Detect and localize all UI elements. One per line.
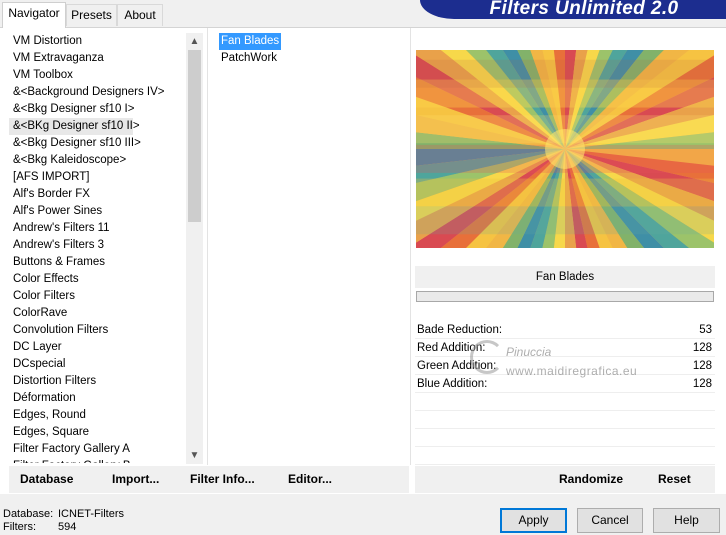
- param-label: Green Addition:: [417, 360, 497, 372]
- param-row-empty: [415, 447, 715, 465]
- category-item[interactable]: Alf's Power Sines: [9, 203, 185, 220]
- category-item[interactable]: ColorRave: [9, 305, 185, 322]
- filter-info-button[interactable]: Filter Info...: [190, 466, 255, 493]
- category-item[interactable]: VM Extravaganza: [9, 50, 185, 67]
- category-item[interactable]: VM Distortion: [9, 33, 185, 50]
- param-value: 128: [692, 342, 712, 354]
- cancel-button[interactable]: Cancel: [577, 508, 643, 533]
- database-value: ICNET-Filters: [58, 508, 124, 520]
- category-item[interactable]: [AFS IMPORT]: [9, 169, 185, 186]
- param-label: Red Addition:: [417, 342, 486, 354]
- category-item[interactable]: Buttons & Frames: [9, 254, 185, 271]
- category-scrollbar[interactable]: ▲ ▼: [186, 33, 203, 464]
- fan-blades-preview: [416, 50, 714, 248]
- param-value: 128: [692, 360, 712, 372]
- param-label: Bade Reduction:: [417, 324, 503, 336]
- filters-label: Filters:: [3, 521, 36, 533]
- category-item[interactable]: Color Filters: [9, 288, 185, 305]
- reset-button[interactable]: Reset: [658, 466, 691, 493]
- preview-image: [416, 50, 714, 248]
- column-divider: [207, 28, 208, 465]
- param-label: Blue Addition:: [417, 378, 488, 390]
- param-row[interactable]: Blue Addition: 128: [415, 375, 715, 393]
- scroll-up-icon[interactable]: ▲: [186, 33, 203, 50]
- category-item[interactable]: Alf's Border FX: [9, 186, 185, 203]
- category-item[interactable]: Déformation: [9, 390, 185, 407]
- category-item[interactable]: Distortion Filters: [9, 373, 185, 390]
- category-item[interactable]: Andrew's Filters 3: [9, 237, 185, 254]
- category-item[interactable]: Convolution Filters: [9, 322, 185, 339]
- category-item[interactable]: Filter Factory Gallery A: [9, 441, 185, 458]
- filter-item[interactable]: PatchWork: [219, 50, 279, 67]
- color-band: [416, 206, 714, 235]
- param-row-empty: [415, 393, 715, 411]
- help-button[interactable]: Help: [653, 508, 720, 533]
- filter-list[interactable]: Fan Blades PatchWork: [219, 33, 379, 67]
- filters-count: 594: [58, 521, 77, 533]
- scroll-thumb[interactable]: [188, 50, 201, 222]
- category-list[interactable]: VM Distortion VM Extravaganza VM Toolbox &<…: [9, 33, 185, 463]
- database-button[interactable]: Database: [20, 466, 73, 493]
- parameter-list: Bade Reduction: 53 Red Addition: 128 Gre…: [415, 321, 715, 465]
- title-banner: Filters Unlimited 2.0: [420, 0, 726, 19]
- column-divider: [410, 28, 411, 465]
- param-row[interactable]: Green Addition: 128: [415, 357, 715, 375]
- app-title: Filters Unlimited 2.0: [489, 0, 679, 19]
- tab-presets[interactable]: Presets: [66, 4, 117, 26]
- category-item[interactable]: DC Layer: [9, 339, 185, 356]
- apply-button[interactable]: Apply: [500, 508, 567, 533]
- category-item[interactable]: &<Bkg Designer sf10 I>: [9, 101, 185, 118]
- param-row-empty: [415, 429, 715, 447]
- tab-about[interactable]: About: [117, 4, 163, 26]
- category-item[interactable]: DCspecial: [9, 356, 185, 373]
- category-item[interactable]: Color Effects: [9, 271, 185, 288]
- category-item[interactable]: Edges, Round: [9, 407, 185, 424]
- category-item[interactable]: &<Bkg Designer sf10 III>: [9, 135, 185, 152]
- randomize-button[interactable]: Randomize: [559, 466, 623, 493]
- filter-item[interactable]: Fan Blades: [219, 33, 282, 50]
- list-action-bar: Database Import... Filter Info... Editor…: [9, 466, 409, 493]
- category-item[interactable]: Edges, Square: [9, 424, 185, 441]
- param-value: 128: [692, 378, 712, 390]
- category-item[interactable]: &<BKg Designer sf10 II>: [9, 118, 140, 135]
- progress-bar: [416, 291, 714, 302]
- category-item[interactable]: &<Bkg Kaleidoscope>: [9, 152, 185, 169]
- param-row[interactable]: Red Addition: 128: [415, 339, 715, 357]
- category-item[interactable]: &<Background Designers IV>: [9, 84, 185, 101]
- param-value: 53: [699, 324, 712, 336]
- category-item[interactable]: Andrew's Filters 11: [9, 220, 185, 237]
- tab-navigator[interactable]: Navigator: [2, 2, 66, 28]
- color-band: [416, 178, 714, 207]
- category-item[interactable]: VM Toolbox: [9, 67, 185, 84]
- center-glow: [545, 129, 585, 169]
- param-row[interactable]: Bade Reduction: 53: [415, 321, 715, 339]
- database-label: Database:: [3, 508, 54, 520]
- category-item[interactable]: Filter Factory Gallery B: [9, 458, 185, 463]
- scroll-down-icon[interactable]: ▼: [186, 447, 203, 464]
- param-row-empty: [415, 411, 715, 429]
- import-button[interactable]: Import...: [112, 466, 159, 493]
- color-band: [416, 59, 714, 88]
- status-info: Database: ICNET-Filters Filters: 594: [3, 508, 124, 534]
- editor-button[interactable]: Editor...: [288, 466, 332, 493]
- preview-filter-name: Fan Blades: [415, 266, 715, 288]
- preview-action-bar: Randomize Reset: [415, 466, 715, 493]
